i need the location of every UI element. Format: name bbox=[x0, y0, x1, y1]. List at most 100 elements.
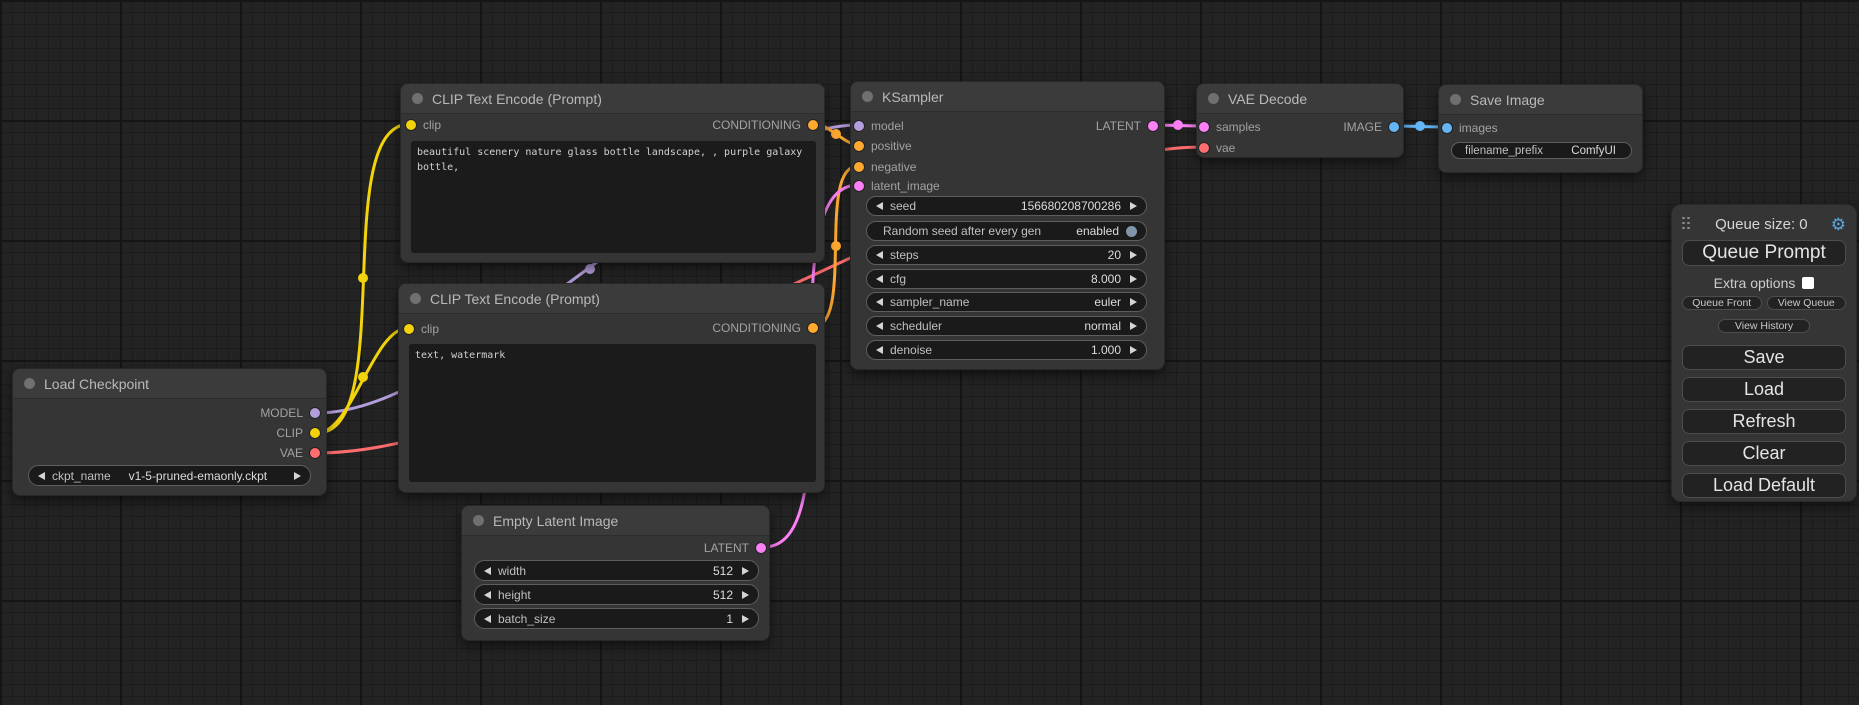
node-title-bar[interactable]: CLIP Text Encode (Prompt) bbox=[401, 84, 824, 114]
positive-prompt-textarea[interactable]: beautiful scenery nature glass bottle la… bbox=[411, 141, 816, 253]
increment-arrow-icon[interactable] bbox=[1130, 346, 1137, 354]
output-slot-model[interactable]: MODEL bbox=[260, 406, 320, 420]
widget-scheduler[interactable]: scheduler normal bbox=[866, 316, 1147, 336]
comfyui-canvas[interactable]: { "colors": { "model": "#B39DDB", "clip"… bbox=[0, 0, 1859, 705]
node-collapse-dot-icon[interactable] bbox=[24, 378, 35, 389]
output-slot-conditioning[interactable]: CONDITIONING bbox=[712, 321, 818, 335]
input-slot-clip[interactable]: clip bbox=[406, 118, 441, 132]
increment-arrow-icon[interactable] bbox=[294, 472, 301, 480]
queue-prompt-button[interactable]: Queue Prompt bbox=[1682, 240, 1846, 266]
decrement-arrow-icon[interactable] bbox=[876, 251, 883, 259]
input-slot-vae[interactable]: vae bbox=[1199, 141, 1235, 155]
vae-port-icon[interactable] bbox=[310, 448, 320, 458]
clear-button[interactable]: Clear bbox=[1682, 441, 1846, 466]
widget-width[interactable]: width 512 bbox=[474, 560, 759, 581]
increment-arrow-icon[interactable] bbox=[742, 591, 749, 599]
widget-ckpt-name[interactable]: ckpt_name v1-5-pruned-emaonly.ckpt bbox=[28, 465, 311, 486]
output-slot-vae[interactable]: VAE bbox=[280, 446, 320, 460]
decrement-arrow-icon[interactable] bbox=[484, 567, 491, 575]
load-button[interactable]: Load bbox=[1682, 377, 1846, 402]
node-title-bar[interactable]: Empty Latent Image bbox=[462, 506, 769, 536]
input-slot-clip[interactable]: clip bbox=[404, 322, 439, 336]
conditioning-port-icon[interactable] bbox=[854, 162, 864, 172]
node-collapse-dot-icon[interactable] bbox=[412, 93, 423, 104]
node-save-image[interactable]: Save Image images filename_prefix ComfyU… bbox=[1438, 84, 1643, 173]
node-collapse-dot-icon[interactable] bbox=[862, 91, 873, 102]
output-slot-latent[interactable]: LATENT bbox=[704, 541, 766, 555]
output-slot-image[interactable]: IMAGE bbox=[1343, 120, 1399, 134]
node-collapse-dot-icon[interactable] bbox=[473, 515, 484, 526]
node-collapse-dot-icon[interactable] bbox=[1208, 93, 1219, 104]
image-port-icon[interactable] bbox=[1442, 123, 1452, 133]
input-slot-latent-image[interactable]: latent_image bbox=[854, 179, 940, 193]
widget-sampler-name[interactable]: sampler_name euler bbox=[866, 292, 1147, 312]
widget-denoise[interactable]: denoise 1.000 bbox=[866, 340, 1147, 360]
latent-port-icon[interactable] bbox=[854, 181, 864, 191]
model-port-icon[interactable] bbox=[854, 121, 864, 131]
input-slot-images[interactable]: images bbox=[1442, 121, 1498, 135]
increment-arrow-icon[interactable] bbox=[742, 567, 749, 575]
view-queue-button[interactable]: View Queue bbox=[1767, 296, 1847, 310]
view-history-button[interactable]: View History bbox=[1718, 319, 1810, 333]
input-slot-negative[interactable]: negative bbox=[854, 160, 916, 174]
latent-port-icon[interactable] bbox=[1148, 121, 1158, 131]
increment-arrow-icon[interactable] bbox=[1130, 275, 1137, 283]
clip-port-icon[interactable] bbox=[404, 324, 414, 334]
node-title-bar[interactable]: Save Image bbox=[1439, 85, 1642, 115]
decrement-arrow-icon[interactable] bbox=[876, 275, 883, 283]
widget-steps[interactable]: steps 20 bbox=[866, 245, 1147, 265]
node-title-bar[interactable]: KSampler bbox=[851, 82, 1164, 112]
queue-front-button[interactable]: Queue Front bbox=[1682, 296, 1762, 310]
settings-gear-icon[interactable]: ⚙ bbox=[1831, 216, 1846, 233]
vae-port-icon[interactable] bbox=[1199, 143, 1209, 153]
input-slot-positive[interactable]: positive bbox=[854, 139, 912, 153]
load-default-button[interactable]: Load Default bbox=[1682, 473, 1846, 498]
refresh-button[interactable]: Refresh bbox=[1682, 409, 1846, 434]
extra-options-checkbox[interactable] bbox=[1802, 277, 1814, 289]
negative-prompt-textarea[interactable]: text, watermark bbox=[409, 344, 816, 482]
increment-arrow-icon[interactable] bbox=[742, 615, 749, 623]
widget-random-seed-toggle[interactable]: Random seed after every gen enabled bbox=[866, 221, 1147, 241]
widget-seed[interactable]: seed 156680208700286 bbox=[866, 196, 1147, 216]
clip-port-icon[interactable] bbox=[310, 428, 320, 438]
clip-port-icon[interactable] bbox=[406, 120, 416, 130]
node-ksampler[interactable]: KSampler model positive negative latent_… bbox=[850, 81, 1165, 370]
decrement-arrow-icon[interactable] bbox=[38, 472, 45, 480]
input-slot-model[interactable]: model bbox=[854, 119, 904, 133]
drag-handle-icon[interactable] bbox=[1682, 217, 1692, 232]
node-empty-latent-image[interactable]: Empty Latent Image LATENT width 512 heig… bbox=[461, 505, 770, 641]
node-clip-text-encode-positive[interactable]: CLIP Text Encode (Prompt) clip CONDITION… bbox=[400, 83, 825, 263]
decrement-arrow-icon[interactable] bbox=[876, 298, 883, 306]
latent-port-icon[interactable] bbox=[1199, 122, 1209, 132]
increment-arrow-icon[interactable] bbox=[1130, 298, 1137, 306]
conditioning-port-icon[interactable] bbox=[854, 141, 864, 151]
widget-batch-size[interactable]: batch_size 1 bbox=[474, 608, 759, 629]
widget-height[interactable]: height 512 bbox=[474, 584, 759, 605]
output-slot-latent[interactable]: LATENT bbox=[1096, 119, 1158, 133]
decrement-arrow-icon[interactable] bbox=[484, 591, 491, 599]
node-title-bar[interactable]: Load Checkpoint bbox=[13, 369, 326, 399]
node-load-checkpoint[interactable]: Load Checkpoint MODEL CLIP VAE ckpt_name… bbox=[12, 368, 327, 496]
output-slot-clip[interactable]: CLIP bbox=[276, 426, 320, 440]
widget-filename-prefix[interactable]: filename_prefix ComfyUI bbox=[1451, 142, 1632, 159]
node-collapse-dot-icon[interactable] bbox=[1450, 94, 1461, 105]
node-title-bar[interactable]: CLIP Text Encode (Prompt) bbox=[399, 284, 824, 314]
node-title-bar[interactable]: VAE Decode bbox=[1197, 84, 1403, 114]
output-slot-conditioning[interactable]: CONDITIONING bbox=[712, 118, 818, 132]
decrement-arrow-icon[interactable] bbox=[484, 615, 491, 623]
decrement-arrow-icon[interactable] bbox=[876, 202, 883, 210]
input-slot-samples[interactable]: samples bbox=[1199, 120, 1261, 134]
model-port-icon[interactable] bbox=[310, 408, 320, 418]
toggle-on-icon[interactable] bbox=[1126, 226, 1137, 237]
image-port-icon[interactable] bbox=[1389, 122, 1399, 132]
conditioning-port-icon[interactable] bbox=[808, 120, 818, 130]
node-clip-text-encode-negative[interactable]: CLIP Text Encode (Prompt) clip CONDITION… bbox=[398, 283, 825, 493]
conditioning-port-icon[interactable] bbox=[808, 323, 818, 333]
decrement-arrow-icon[interactable] bbox=[876, 346, 883, 354]
node-vae-decode[interactable]: VAE Decode samples vae IMAGE bbox=[1196, 83, 1404, 158]
node-collapse-dot-icon[interactable] bbox=[410, 293, 421, 304]
increment-arrow-icon[interactable] bbox=[1130, 251, 1137, 259]
increment-arrow-icon[interactable] bbox=[1130, 322, 1137, 330]
save-button[interactable]: Save bbox=[1682, 345, 1846, 370]
increment-arrow-icon[interactable] bbox=[1130, 202, 1137, 210]
